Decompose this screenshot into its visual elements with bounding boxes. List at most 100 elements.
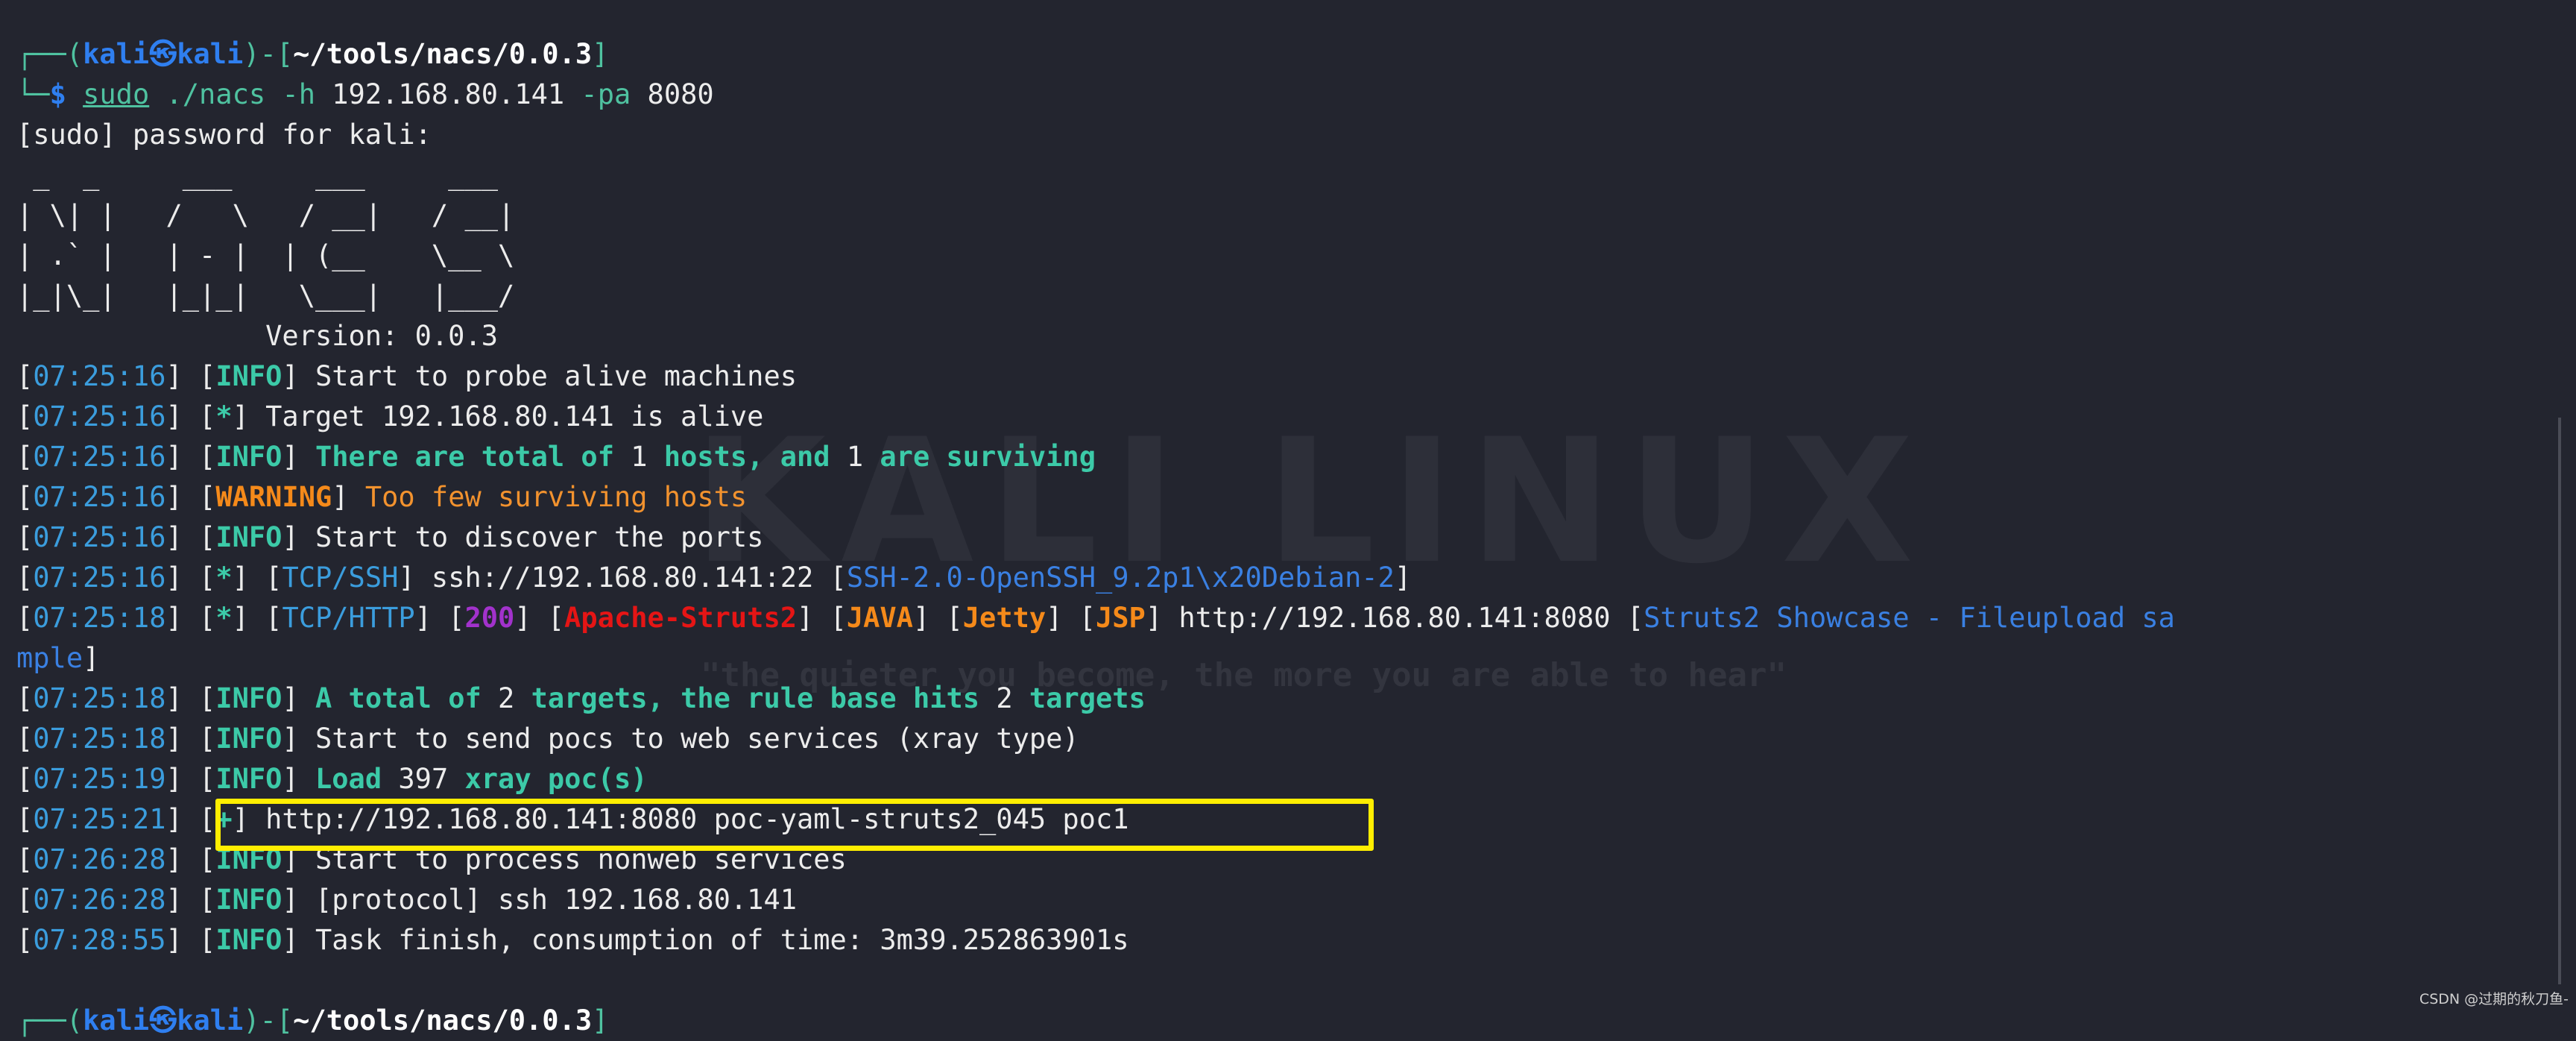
terminal-text-segment: kali㉿kali (83, 1004, 244, 1037)
terminal-text-segment: There are total of (315, 441, 631, 473)
terminal-text-segment: 07:26:28 (33, 884, 166, 916)
terminal-text-segment: ] ssh://192.168.80.141:22 [ (398, 562, 847, 594)
terminal-text-segment: ] [ (165, 441, 216, 473)
terminal-line: [07:25:16] [WARNING] Too few surviving h… (16, 477, 2175, 518)
terminal-output[interactable]: ┌──(kali㉿kali)-[~/tools/nacs/0.0.3] └─$ s… (16, 34, 2175, 1041)
terminal-text-segment: ] (282, 763, 315, 795)
terminal-text-segment: ~/tools/nacs/0.0.3 (293, 1004, 593, 1037)
terminal-text-segment: ] Start to probe alive machines (282, 360, 797, 392)
terminal-text-segment: 07:25:16 (33, 521, 166, 553)
terminal-text-segment: | .` | | - | | (__ \__ \ (16, 239, 515, 271)
terminal-line: Version: 0.0.3 (16, 316, 2175, 356)
terminal-text-segment: ┌──( (16, 38, 83, 70)
terminal-text-segment: )-[ (243, 38, 294, 70)
terminal-text-segment: sudo (83, 78, 150, 110)
terminal-text-segment: [ (16, 803, 34, 835)
terminal-text-segment: ] [ (1046, 602, 1096, 634)
terminal-text-segment: Too few surviving hosts (364, 481, 748, 513)
terminal-text-segment: [ (16, 481, 34, 513)
terminal-text-segment: [ (16, 562, 34, 594)
terminal-text-segment: ] [ (165, 884, 216, 916)
terminal-text-segment: ] [ (232, 562, 282, 594)
terminal-text-segment: [ (16, 360, 34, 392)
terminal-text-segment: 07:25:16 (33, 562, 166, 594)
csdn-watermark: CSDN @过期的秋刀鱼- (2419, 991, 2569, 1007)
terminal-text-segment: [ (16, 723, 34, 755)
terminal-text-segment: 2 (996, 682, 1013, 714)
terminal-text-segment: [ (16, 884, 34, 916)
terminal-line: | .` | | - | | (__ \__ \ (16, 236, 2175, 276)
terminal-line: [07:25:19] [INFO] Load 397 xray poc(s) (16, 759, 2175, 799)
terminal-text-segment: 200 (464, 602, 515, 634)
terminal-text-segment: [ (16, 441, 34, 473)
highlight-box (215, 799, 1374, 851)
terminal-text-segment: JSP (1096, 602, 1146, 634)
terminal-line: ┌──(kali㉿kali)-[~/tools/nacs/0.0.3] (16, 1001, 2175, 1041)
terminal-line: [sudo] password for kali: (16, 115, 2175, 155)
terminal-text-segment: ] [ (165, 481, 216, 513)
terminal-line: [07:25:18] [*] [TCP/HTTP] [200] [Apache-… (16, 598, 2175, 638)
terminal-text-segment: A total of (315, 682, 499, 714)
terminal-text-segment: ] [ (165, 763, 216, 795)
terminal-text-segment: ] [ (797, 602, 847, 634)
terminal-text-segment: targets (1012, 682, 1146, 714)
terminal-text-segment: 07:25:18 (33, 602, 166, 634)
terminal-text-segment: ~/tools/nacs/0.0.3 (293, 38, 593, 70)
terminal-text-segment: Struts2 Showcase - Fileupload sa (1644, 602, 2175, 634)
terminal-text-segment: ] Start to discover the ports (282, 521, 764, 553)
terminal-text-segment: ] Start to send pocs to web services (xr… (282, 723, 1079, 755)
terminal-text-segment: ] [ (165, 843, 216, 875)
terminal-text-segment: hosts, and (647, 441, 847, 473)
terminal-line: [07:25:16] [*] [TCP/SSH] ssh://192.168.8… (16, 558, 2175, 598)
terminal-text-segment: ] [ (414, 602, 465, 634)
terminal-line: [07:28:55] [INFO] Task finish, consumpti… (16, 920, 2175, 960)
terminal-line: [07:25:16] [INFO] Start to discover the … (16, 518, 2175, 558)
terminal-line: |_|\_| |_|_| \___| |___/ (16, 276, 2175, 316)
terminal-text-segment: 07:25:19 (33, 763, 166, 795)
terminal-text-segment: ] [ (165, 682, 216, 714)
terminal-text-segment: ] (592, 38, 609, 70)
terminal-text-segment: Apache-Struts2 (564, 602, 798, 634)
terminal-text-segment: Load (315, 763, 399, 795)
terminal-text-segment: INFO (215, 521, 282, 553)
terminal-text-segment: 192.168.80.141 (332, 78, 565, 110)
terminal-text-segment: 07:25:16 (33, 400, 166, 433)
terminal-text-segment: ] Task finish, consumption of time: 3m39… (282, 924, 1129, 956)
terminal-text-segment: -pa (564, 78, 648, 110)
terminal-text-segment: INFO (215, 723, 282, 755)
terminal-text-segment: 07:25:16 (33, 441, 166, 473)
terminal-text-segment: INFO (215, 884, 282, 916)
terminal-text-segment: mple (16, 642, 83, 674)
terminal-text-segment: ./nacs -h (149, 78, 332, 110)
terminal-text-segment: WARNING (215, 481, 332, 513)
terminal-text-segment: [ (16, 682, 34, 714)
terminal-text-segment: |_|\_| |_|_| \___| |___/ (16, 280, 515, 312)
terminal-text-segment: INFO (215, 924, 282, 956)
terminal-text-segment: * (215, 602, 233, 634)
terminal-line: [07:25:18] [INFO] A total of 2 targets, … (16, 679, 2175, 719)
terminal-text-segment: ] [ (165, 521, 216, 553)
terminal-text-segment: Version: 0.0.3 (16, 320, 499, 352)
terminal-text-segment: INFO (215, 763, 282, 795)
terminal-text-segment: ] Target 192.168.80.141 is alive (232, 400, 764, 433)
terminal-text-segment: ] (332, 481, 365, 513)
terminal-text-segment: [ (16, 924, 34, 956)
terminal-text-segment: 07:25:16 (33, 360, 166, 392)
terminal-line: _ _ ___ ___ ___ (16, 155, 2175, 195)
terminal-text-segment: ┌──( (16, 1004, 83, 1037)
terminal-text-segment: * (215, 562, 233, 594)
scrollbar[interactable] (2558, 418, 2561, 984)
terminal-text-segment: 1 (846, 441, 864, 473)
terminal-text-segment: [ (16, 400, 34, 433)
terminal-text-segment: $ (49, 78, 83, 110)
terminal-text-segment: [ (16, 843, 34, 875)
terminal-text-segment: └─ (16, 78, 50, 110)
terminal-text-segment: JAVA (846, 602, 913, 634)
terminal-text-segment: INFO (215, 441, 282, 473)
terminal-text-segment: SSH-2.0-OpenSSH_9.2p1\x20Debian-2 (846, 562, 1395, 594)
terminal-text-segment: targets, the rule base hits (514, 682, 997, 714)
terminal-text-segment: ] [ (165, 562, 216, 594)
terminal-line: | \| | / \ / __| / __| (16, 195, 2175, 236)
terminal-text-segment: ] [ (232, 602, 282, 634)
